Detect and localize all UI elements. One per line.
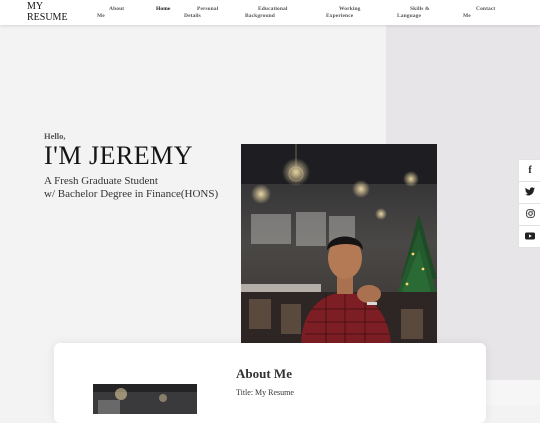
nav-link-label: About [109, 6, 125, 12]
youtube-icon [525, 231, 535, 242]
nav-link-label: Language [397, 13, 422, 19]
about-me-title-line: Title: My Resume [236, 388, 294, 397]
brand-line-1: MY [27, 1, 44, 12]
nav-link-label: Home [156, 6, 171, 12]
nav-link-educational-background[interactable]: Educational Background [245, 6, 288, 20]
nav-link-label: Skills & [410, 6, 430, 12]
hero-tagline: A Fresh Graduate Student w/ Bachelor Deg… [44, 175, 240, 200]
twitter-button[interactable] [518, 181, 540, 204]
about-me-heading: About Me [236, 366, 292, 381]
facebook-button[interactable]: f [518, 159, 540, 182]
about-me-photo [93, 384, 197, 414]
section-bg-strip [486, 380, 540, 405]
nav-link-label: Background [245, 13, 275, 19]
nav-link-contact-me[interactable]: Contact Me [463, 6, 495, 20]
nav-link-skills-language[interactable]: Skills & Language [397, 6, 430, 20]
nav-link-label: Educational [258, 6, 288, 12]
hero-name: I'M JEREMY [44, 141, 194, 170]
hero-greeting: Hello, [44, 131, 66, 141]
nav-link-label: Working [339, 6, 361, 12]
youtube-button[interactable] [518, 225, 540, 248]
profile-photo [241, 144, 437, 343]
instagram-button[interactable] [518, 203, 540, 226]
tagline-line-1: A Fresh Graduate Student [44, 175, 158, 187]
nav-link-home[interactable]: Home [156, 6, 170, 13]
twitter-icon [525, 187, 535, 198]
nav-link-label: Details [184, 13, 201, 19]
nav-link-label: Experience [326, 13, 354, 19]
nav-link-label: Me [463, 13, 471, 19]
tagline-line-2: w/ Bachelor Degree in Finance(HONS) [44, 187, 219, 200]
brand-line-2: RESUME [27, 12, 68, 23]
nav-link-about-me[interactable]: About Me [97, 6, 124, 20]
instagram-icon [525, 209, 535, 220]
nav-link-label: Personal [197, 6, 219, 12]
facebook-icon: f [528, 165, 532, 176]
nav-link-label: Contact [476, 6, 496, 12]
nav-link-working-experience[interactable]: Working Experience [326, 6, 360, 20]
nav-link-personal-details[interactable]: Personal Details [184, 6, 218, 20]
site-brand[interactable]: MY RESUME [27, 1, 68, 23]
top-navbar: MY RESUME About Me Home Personal Details… [0, 0, 540, 25]
nav-link-label: Me [97, 13, 105, 19]
